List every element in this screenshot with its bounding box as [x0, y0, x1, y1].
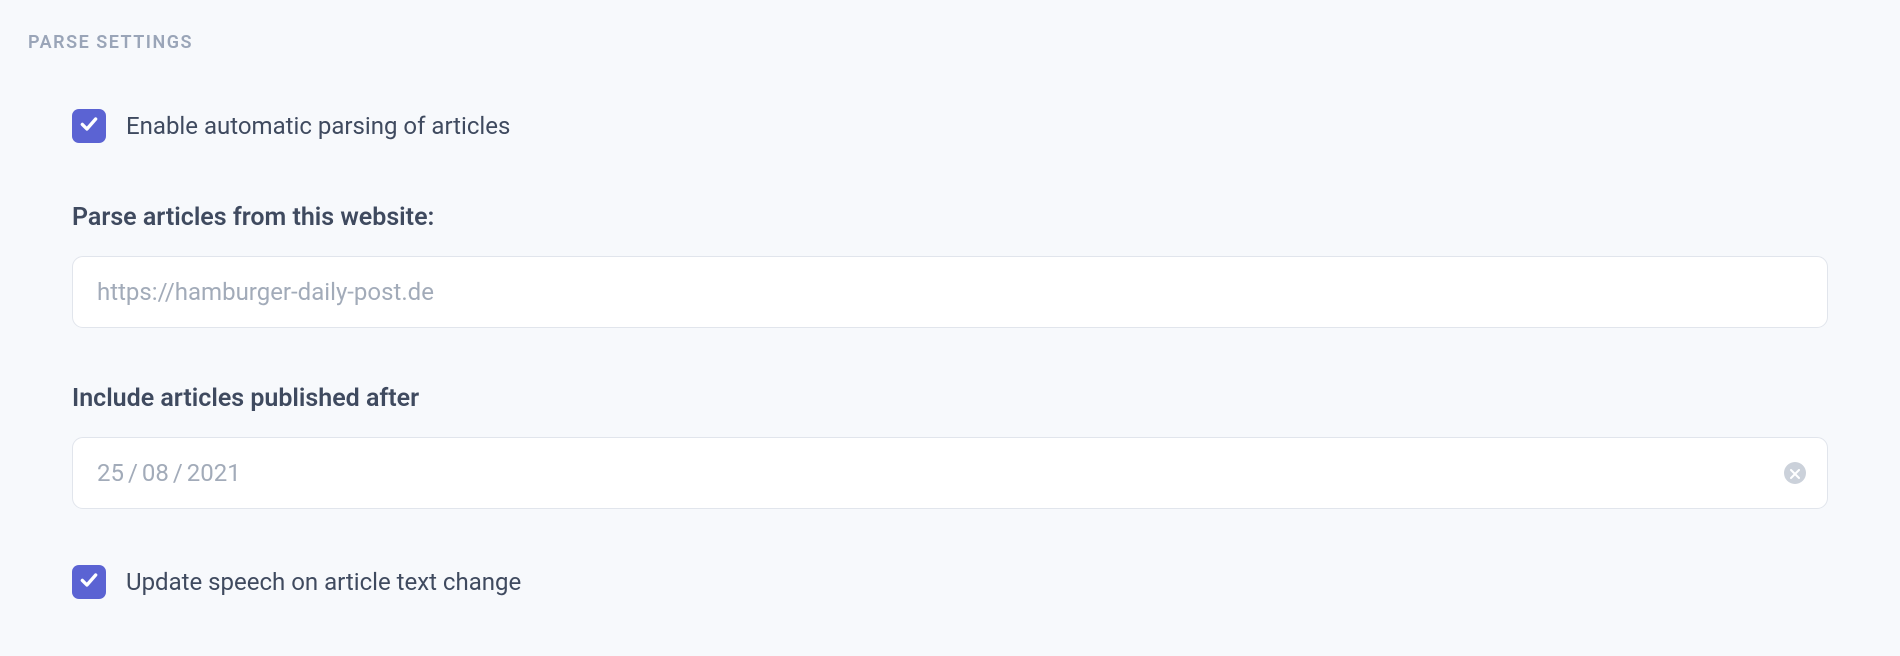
date-sep-1: / [128, 459, 138, 487]
update-speech-checkbox[interactable] [72, 565, 106, 599]
clear-date-button[interactable] [1784, 462, 1806, 484]
update-speech-label: Update speech on article text change [126, 568, 521, 596]
enable-parsing-label: Enable automatic parsing of articles [126, 112, 510, 140]
published-after-field-group: Include articles published after 25 / 08… [72, 384, 1828, 509]
published-after-label: Include articles published after [72, 384, 1828, 413]
website-label: Parse articles from this website: [72, 203, 1828, 232]
date-year: 2021 [187, 459, 241, 487]
section-header: PARSE SETTINGS [0, 0, 1900, 53]
enable-parsing-checkbox[interactable] [72, 109, 106, 143]
website-input[interactable] [72, 256, 1828, 328]
date-sep-2: / [173, 459, 183, 487]
check-icon [79, 114, 99, 138]
settings-body: Enable automatic parsing of articles Par… [0, 53, 1900, 599]
check-icon [79, 570, 99, 594]
published-after-input[interactable]: 25 / 08 / 2021 [72, 437, 1828, 509]
update-speech-row: Update speech on article text change [72, 565, 1828, 599]
close-icon [1790, 464, 1800, 483]
date-month: 08 [142, 459, 169, 487]
enable-parsing-row: Enable automatic parsing of articles [72, 109, 1828, 143]
website-field-group: Parse articles from this website: [72, 203, 1828, 328]
date-input-wrap: 25 / 08 / 2021 [72, 437, 1828, 509]
date-day: 25 [97, 459, 124, 487]
